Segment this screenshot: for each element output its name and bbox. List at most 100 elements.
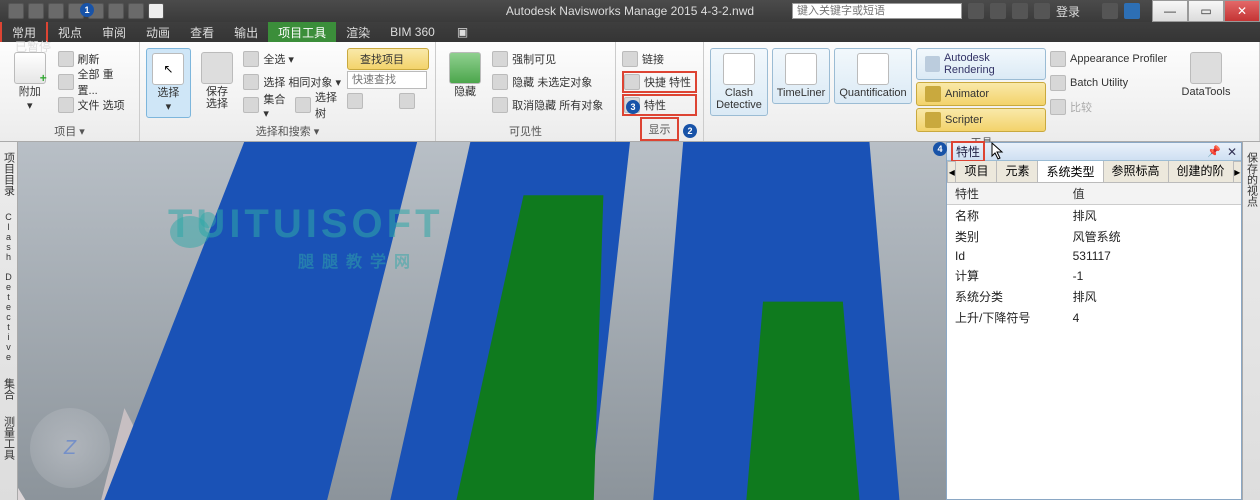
clash-detective-button[interactable]: Clash Detective [710, 48, 768, 116]
badge-2: 2 [683, 124, 697, 138]
right-tab-saved-viewpoints[interactable]: 保存的视点 [1244, 148, 1260, 211]
properties-header[interactable]: 特性 📌 ✕ [947, 143, 1241, 161]
left-tab-project-tree[interactable]: 项目目录 [1, 148, 17, 200]
select-cursor-icon[interactable] [148, 3, 164, 19]
tab-itemtools[interactable]: 项目工具 [268, 22, 336, 43]
left-tab-sets[interactable]: 集合 [1, 374, 17, 404]
redo-icon[interactable] [128, 3, 144, 19]
ribbon-group-select: ↖ 选择▾ 保存 选择 全选 ▾ 选择 相同对象 ▾ 集合 ▾选择 树 查找项目… [140, 42, 436, 141]
scripter-icon [925, 112, 941, 128]
status-paused: 已暂停 [15, 38, 51, 55]
quantification-button[interactable]: Quantification [834, 48, 912, 104]
save-icon[interactable] [48, 3, 64, 19]
quick-search-input[interactable] [347, 71, 427, 89]
select-button[interactable]: ↖ 选择▾ [146, 48, 191, 118]
save-selection-button[interactable]: 保存 选择 [195, 48, 240, 114]
tab-review[interactable]: 审阅 [92, 22, 136, 43]
undo-icon[interactable] [108, 3, 124, 19]
appearance-profiler-button[interactable]: Appearance Profiler [1050, 48, 1178, 70]
cursor-icon: ↖ [152, 53, 184, 85]
properties-title: 特性 [951, 141, 985, 162]
link-icon [622, 51, 638, 67]
tab-extra-bullet[interactable]: ▣ [445, 23, 480, 41]
star-icon[interactable] [1012, 3, 1028, 19]
batch-utility-button[interactable]: Batch Utility [1050, 72, 1178, 94]
binoculars-icon[interactable] [968, 3, 984, 19]
find-items-button[interactable]: 查找项目 [347, 48, 429, 70]
append-button[interactable]: + 附加 ▾ [6, 48, 54, 116]
app-menu-icon[interactable] [8, 3, 24, 19]
left-sidebar: 项目目录 Clash Detective 集合 测量工具 [0, 142, 18, 500]
animator-button[interactable]: Animator [916, 82, 1046, 106]
scripter-button[interactable]: Scripter [916, 108, 1046, 132]
tree-icon [295, 97, 311, 113]
sets-button[interactable]: 集合 ▾选择 树 [243, 94, 343, 116]
panel-close-icon[interactable]: ✕ [1227, 145, 1237, 159]
prop-tab-phase[interactable]: 创建的阶 [1168, 161, 1234, 182]
help-icon[interactable] [1124, 3, 1140, 19]
properties-panel: 特性 📌 ✕ ◂ 项目 元素 系统类型 参照标高 创建的阶 ▸ 特性值 名称排风… [946, 142, 1242, 500]
timeliner-button[interactable]: TimeLiner [772, 48, 830, 104]
compare-button[interactable]: 比较 [1050, 96, 1178, 118]
compass[interactable]: Z [30, 408, 110, 488]
tab-viewpoint[interactable]: 视点 [48, 22, 92, 43]
user-icon[interactable] [1034, 3, 1050, 19]
tab-render[interactable]: 渲染 [336, 22, 380, 43]
unhide-all-button[interactable]: 取消隐藏 所有对象 [492, 94, 609, 116]
login-link[interactable]: 登录 [1056, 3, 1080, 20]
zoom-icon[interactable] [347, 93, 363, 109]
autodesk-rendering-button[interactable]: Autodesk Rendering [916, 48, 1046, 80]
hide-unselected-icon [492, 74, 508, 90]
col-property: 特性 [947, 183, 1065, 205]
close-button[interactable]: ✕ [1224, 0, 1260, 22]
tab-output[interactable]: 输出 [224, 22, 268, 43]
links-button[interactable]: 链接 [622, 48, 697, 70]
watermark-logo-icon [168, 202, 230, 252]
hide-button[interactable]: 隐藏 [442, 48, 488, 102]
group-label-display: 显示 [640, 117, 679, 141]
rendering-icon [925, 56, 940, 72]
datatools-button[interactable]: DataTools [1182, 48, 1230, 102]
pin-icon[interactable]: 📌 [1207, 145, 1221, 158]
hide-unselected-button[interactable]: 隐藏 未选定对象 [492, 71, 609, 93]
force-visible-icon [492, 51, 508, 67]
left-tab-measure[interactable]: 测量工具 [1, 412, 17, 464]
col-value: 值 [1065, 183, 1241, 205]
force-visible-button[interactable]: 强制可见 [492, 48, 609, 70]
filter-icon[interactable] [399, 93, 415, 109]
reset-all-button[interactable]: 全部 重置... [58, 71, 133, 93]
exchange-icon[interactable] [1102, 3, 1118, 19]
prop-tab-systemtype[interactable]: 系统类型 [1037, 161, 1103, 183]
group-label-visibility: 可见性 [442, 121, 609, 141]
key-icon[interactable] [990, 3, 1006, 19]
table-row: Id531117 [947, 247, 1241, 265]
tab-view[interactable]: 查看 [180, 22, 224, 43]
search-input[interactable] [792, 3, 962, 19]
animator-icon [925, 86, 941, 102]
select-all-icon [243, 51, 259, 67]
quick-properties-button[interactable]: 快捷 特性 [622, 71, 697, 93]
watermark: TUITUISOFT 腿腿教学网 [168, 202, 444, 247]
tab-scroll-right[interactable]: ▸ [1233, 161, 1241, 182]
minimize-button[interactable]: — [1152, 0, 1188, 22]
content-area: 项目目录 Clash Detective 集合 测量工具 TUITUISOFT … [0, 142, 1260, 500]
prop-tab-element[interactable]: 元素 [996, 161, 1038, 182]
table-row: 类别风管系统 [947, 226, 1241, 247]
prop-tab-item[interactable]: 项目 [955, 161, 997, 182]
batch-icon [1050, 75, 1066, 91]
compare-icon [1050, 99, 1066, 115]
left-tab-clash[interactable]: Clash Detective [4, 208, 14, 366]
maximize-button[interactable]: ▭ [1188, 0, 1224, 22]
badge-3: 3 [626, 100, 640, 114]
open-icon[interactable] [28, 3, 44, 19]
tab-animation[interactable]: 动画 [136, 22, 180, 43]
right-sidebar: 保存的视点 [1242, 142, 1260, 500]
file-options-button[interactable]: 文件 选项 [58, 94, 133, 116]
table-row: 名称排风 [947, 205, 1241, 227]
timeliner-icon [785, 53, 817, 85]
properties-grid: 特性值 名称排风 类别风管系统 Id531117 计算-1 系统分类排风 上升/… [947, 183, 1241, 499]
select-all-button[interactable]: 全选 ▾ [243, 48, 343, 70]
prop-tab-reflevel[interactable]: 参照标高 [1103, 161, 1169, 182]
tab-bim360[interactable]: BIM 360 [380, 23, 445, 41]
properties-tabs: ◂ 项目 元素 系统类型 参照标高 创建的阶 ▸ [947, 161, 1241, 183]
